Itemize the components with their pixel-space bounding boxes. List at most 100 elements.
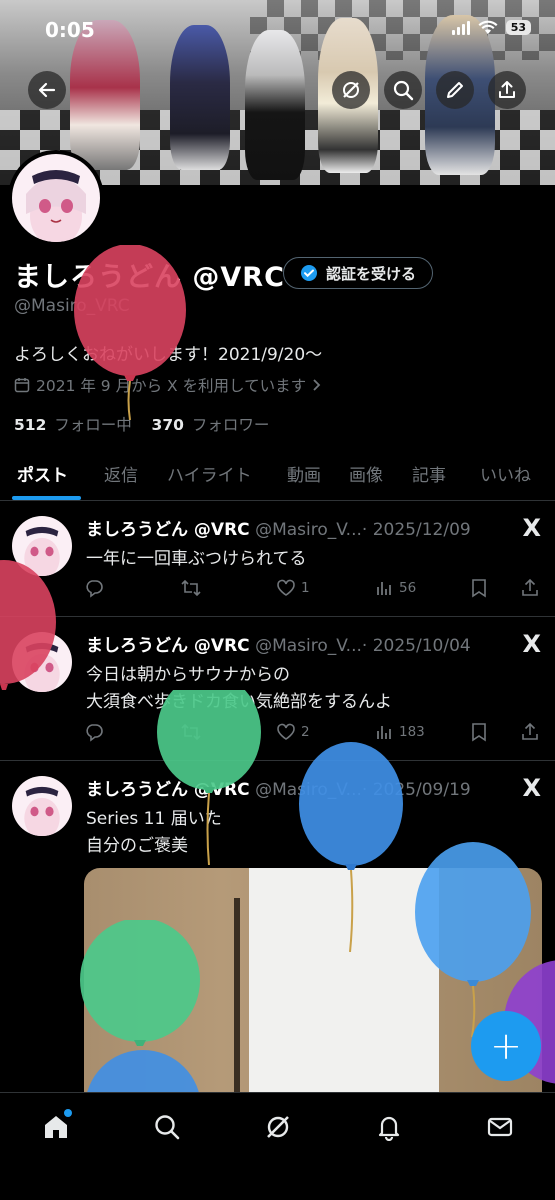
views-button[interactable]: 183 <box>374 722 425 742</box>
nav-search[interactable] <box>149 1109 185 1145</box>
back-arrow-icon <box>38 82 56 98</box>
bell-icon <box>378 1116 400 1141</box>
bookmark-icon <box>472 723 486 742</box>
bookmark-icon <box>472 579 486 598</box>
red-balloon-icon <box>74 245 186 420</box>
share-icon <box>499 81 515 98</box>
tab-replies[interactable]: 返信 <box>104 461 138 486</box>
profile-tabs: ポスト 返信 ハイライト 動画 画像 記事 いいね <box>0 453 555 501</box>
banner-figure <box>170 25 230 170</box>
tab-highlights[interactable]: ハイライト <box>167 461 252 486</box>
calendar-icon <box>14 378 30 393</box>
get-verified-label: 認証を受ける <box>325 264 416 283</box>
post-actions: 1 56 <box>84 578 544 602</box>
tab-posts[interactable]: ポスト <box>17 461 68 486</box>
x-logo-icon: X <box>522 630 541 658</box>
grok-button[interactable] <box>332 71 370 109</box>
post-item[interactable]: ましろうどん @VRC @Masiro_V...· 2025/10/04 X 今… <box>0 618 555 761</box>
like-count: 1 <box>301 580 310 596</box>
post-header: ましろうどん @VRC @Masiro_V...· 2025/10/04 <box>86 631 471 656</box>
bookmark-button[interactable] <box>470 722 488 742</box>
search-button[interactable] <box>384 71 422 109</box>
post-author-name[interactable]: ましろうどん @VRC <box>86 520 250 540</box>
mail-icon <box>487 1117 513 1137</box>
grok-icon <box>343 82 359 98</box>
reply-icon <box>86 724 103 742</box>
banner-figure <box>245 30 305 180</box>
share-icon <box>522 722 538 740</box>
like-button[interactable]: 2 <box>276 722 310 742</box>
search-icon <box>393 80 414 101</box>
bookmark-button[interactable] <box>470 578 488 598</box>
blue-balloon-icon <box>299 742 403 952</box>
share-post-button[interactable] <box>520 578 540 598</box>
nav-grok[interactable] <box>260 1109 296 1145</box>
nav-messages[interactable] <box>482 1109 518 1145</box>
post-header: ましろうどん @VRC @Masiro_V...· 2025/09/19 <box>86 775 471 800</box>
get-verified-button[interactable]: 認証を受ける <box>283 257 433 289</box>
share-post-button[interactable] <box>520 722 540 742</box>
back-button[interactable] <box>28 71 66 109</box>
nav-home[interactable] <box>38 1109 74 1145</box>
share-button[interactable] <box>488 71 526 109</box>
tab-photos[interactable]: 画像 <box>349 461 383 486</box>
heart-icon <box>277 723 295 740</box>
repost-button[interactable] <box>180 578 202 598</box>
bottom-navigation <box>0 1092 555 1200</box>
followers-label: フォロワー <box>191 416 270 434</box>
search-icon <box>155 1115 180 1140</box>
reply-button[interactable] <box>84 722 104 742</box>
following-count: 512 <box>14 416 47 434</box>
green-balloon-icon <box>157 690 261 865</box>
tab-articles[interactable]: 記事 <box>412 461 446 486</box>
post-text: 一年に一回車ぶつけられてる <box>86 546 307 573</box>
post-author-handle: @Masiro_V... <box>255 636 362 656</box>
avatar-image <box>12 154 100 242</box>
verified-badge-icon <box>300 265 317 281</box>
post-text-line: 今日は朝からサウナからの <box>86 665 290 685</box>
grok-icon <box>267 1116 289 1138</box>
views-chart-icon <box>377 582 391 595</box>
pencil-icon <box>447 82 463 98</box>
chevron-right-icon <box>313 379 321 391</box>
repost-icon <box>181 579 201 597</box>
cellular-signal-icon <box>451 20 470 35</box>
edit-button[interactable] <box>436 71 474 109</box>
post-author-handle: @Masiro_V... <box>255 520 362 540</box>
view-count: 56 <box>399 580 417 596</box>
red-balloon-icon <box>0 560 56 690</box>
blue-balloon-icon <box>86 1050 200 1096</box>
views-button[interactable]: 56 <box>374 578 416 598</box>
tab-videos[interactable]: 動画 <box>287 461 321 486</box>
share-icon <box>522 578 538 596</box>
banner-figure <box>70 20 140 170</box>
plus-icon: + <box>490 1024 522 1068</box>
post-author-name[interactable]: ましろうどん @VRC <box>86 636 250 656</box>
post-date: · 2025/12/09 <box>361 520 471 540</box>
like-count: 2 <box>301 724 310 740</box>
tab-likes[interactable]: いいね <box>480 461 531 486</box>
compose-post-button[interactable]: + <box>471 1011 541 1081</box>
notification-dot <box>64 1109 72 1117</box>
wifi-icon <box>478 20 498 34</box>
battery-level: 53 <box>505 20 531 35</box>
heart-icon <box>277 579 295 596</box>
x-logo-icon: X <box>522 514 541 542</box>
status-time: 0:05 <box>45 18 95 42</box>
like-button[interactable]: 1 <box>276 578 310 598</box>
post-text-line: 一年に一回車ぶつけられてる <box>86 549 307 569</box>
post-date: · 2025/10/04 <box>361 636 471 656</box>
media-edge <box>234 898 240 1098</box>
status-indicators: 53 <box>451 20 531 35</box>
views-chart-icon <box>377 726 391 739</box>
view-count: 183 <box>399 724 425 740</box>
reply-button[interactable] <box>84 578 104 598</box>
x-logo-icon: X <box>522 774 541 802</box>
active-tab-indicator <box>12 496 81 500</box>
profile-avatar[interactable] <box>8 150 104 246</box>
post-avatar[interactable] <box>12 776 72 836</box>
post-item[interactable]: ましろうどん @VRC @Masiro_V...· 2025/12/09 X 一… <box>0 502 555 617</box>
reply-icon <box>86 580 103 598</box>
nav-notifications[interactable] <box>371 1109 407 1145</box>
post-header: ましろうどん @VRC @Masiro_V...· 2025/12/09 <box>86 515 471 540</box>
